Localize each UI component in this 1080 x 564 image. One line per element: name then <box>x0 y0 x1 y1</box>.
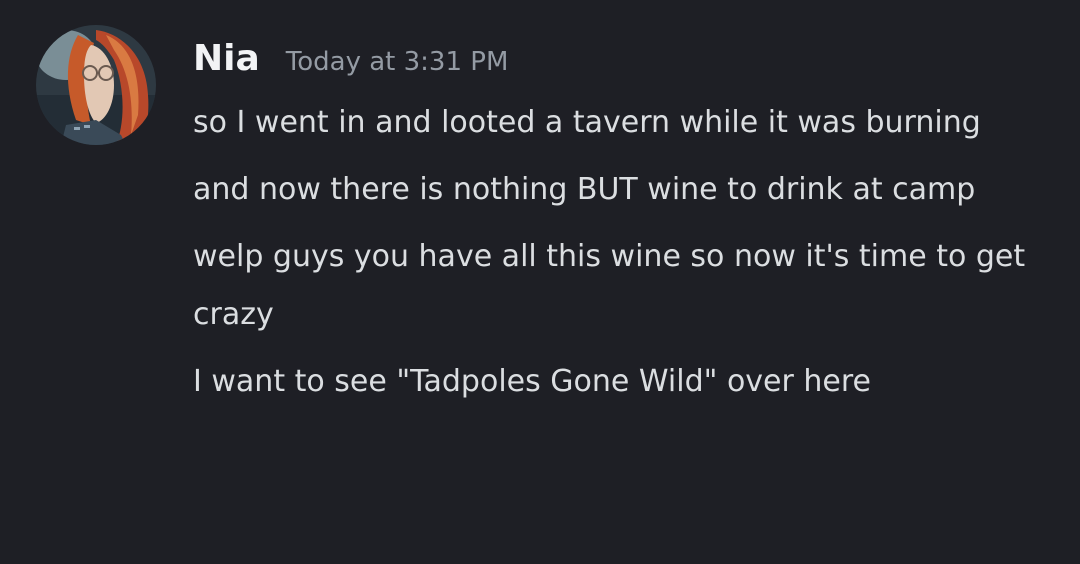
message-header: Nia Today at 3:31 PM <box>193 38 508 88</box>
avatar-image <box>36 25 156 145</box>
message-list: so I went in and looted a tavern while i… <box>193 94 1043 420</box>
message-text: and now there is nothing BUT wine to dri… <box>193 172 976 207</box>
avatar[interactable] <box>36 25 156 145</box>
message-text: welp guys you have all this wine so now … <box>193 239 1026 332</box>
message-text: I want to see "Tadpoles Gone Wild" over … <box>193 364 871 399</box>
message-group: Nia Today at 3:31 PM so I went in and lo… <box>0 0 1080 564</box>
username[interactable]: Nia <box>193 38 260 79</box>
message-text: so I went in and looted a tavern while i… <box>193 105 981 140</box>
timestamp[interactable]: Today at 3:31 PM <box>286 47 509 77</box>
